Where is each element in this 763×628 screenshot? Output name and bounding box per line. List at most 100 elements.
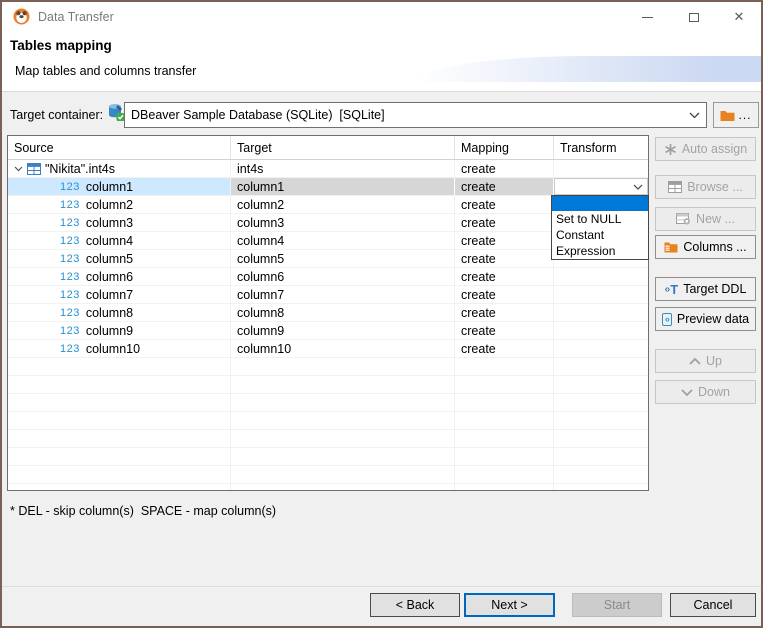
source-column-cell[interactable]: 123 column5 [8, 250, 231, 267]
up-button[interactable]: Up [655, 349, 756, 373]
column-header-source[interactable]: Source [8, 136, 231, 159]
empty-cell [231, 484, 455, 490]
empty-cell [8, 430, 231, 447]
back-button[interactable]: < Back [370, 593, 460, 617]
mapping-cell[interactable]: create [455, 268, 554, 285]
table-row-tree[interactable]: "Nikita".int4s int4s create [8, 160, 648, 178]
down-button[interactable]: Down [655, 380, 756, 404]
table-icon [27, 162, 41, 175]
transform-cell[interactable] [554, 268, 648, 285]
empty-row [8, 484, 648, 490]
source-column-cell[interactable]: 123 column2 [8, 196, 231, 213]
dropdown-option-blank[interactable] [552, 196, 648, 211]
target-container-combo[interactable]: DBeaver Sample Database (SQLite) [SQLite… [124, 102, 707, 128]
numeric-type-icon: 123 [60, 216, 80, 229]
source-column-label: column9 [85, 323, 134, 338]
transform-cell[interactable] [554, 178, 648, 195]
source-column-cell[interactable]: 123 column6 [8, 268, 231, 285]
empty-cell [231, 412, 455, 429]
table-row-column1[interactable]: 123 column1 column1 create [8, 178, 648, 196]
auto-assign-button[interactable]: Auto assign [655, 137, 756, 161]
browse-button[interactable]: Browse ... [655, 175, 756, 199]
source-column-cell[interactable]: 123 column8 [8, 304, 231, 321]
target-container-label: Target container: [10, 108, 104, 122]
source-column-cell[interactable]: 123 column4 [8, 232, 231, 249]
maximize-button[interactable] [676, 2, 712, 32]
column-header-target[interactable]: Target [231, 136, 455, 159]
table-row-column6[interactable]: 123 column6 column6 create [8, 268, 648, 286]
numeric-type-icon: 123 [60, 270, 80, 283]
transform-cell[interactable] [554, 340, 648, 357]
transform-cell[interactable] [554, 304, 648, 321]
source-column-cell[interactable]: 123 column3 [8, 214, 231, 231]
transform-cell[interactable] [554, 160, 648, 177]
empty-cell [231, 376, 455, 393]
minimize-button[interactable] [629, 2, 665, 32]
mapping-cell[interactable]: create [455, 340, 554, 357]
empty-cell [231, 394, 455, 411]
mapping-cell[interactable]: create [455, 304, 554, 321]
dropdown-option-constant[interactable]: Constant [552, 227, 648, 243]
source-column-cell[interactable]: 123 column7 [8, 286, 231, 303]
target-column-cell[interactable]: column7 [231, 286, 455, 303]
target-column-cell[interactable]: column10 [231, 340, 455, 357]
mapping-cell[interactable]: create [455, 196, 554, 213]
empty-cell [455, 430, 554, 447]
source-column-cell[interactable]: 123 column1 [8, 178, 231, 195]
table-row-column7[interactable]: 123 column7 column7 create [8, 286, 648, 304]
tree-expander-icon[interactable] [14, 166, 23, 172]
target-column-cell[interactable]: column4 [231, 232, 455, 249]
mapping-cell[interactable]: create [455, 214, 554, 231]
target-container-browse-button[interactable]: ... [713, 102, 759, 128]
browse-dots-label: ... [738, 108, 752, 122]
transform-combo[interactable] [554, 178, 648, 195]
target-column-cell[interactable]: column9 [231, 322, 455, 339]
new-button[interactable]: New ... [655, 207, 756, 231]
mapping-cell[interactable]: create [455, 250, 554, 267]
empty-cell [554, 394, 648, 411]
target-column-cell[interactable]: column6 [231, 268, 455, 285]
numeric-type-icon: 123 [60, 342, 80, 355]
preview-data-button[interactable]: ‹› Preview data [655, 307, 756, 331]
start-button[interactable]: Start [572, 593, 662, 617]
side-button-label: Browse ... [687, 180, 743, 194]
table-row-column10[interactable]: 123 column10 column10 create [8, 340, 648, 358]
empty-cell [455, 358, 554, 375]
table-row-column9[interactable]: 123 column9 column9 create [8, 322, 648, 340]
target-column-cell[interactable]: column1 [231, 178, 455, 195]
empty-row [8, 430, 648, 448]
column-header-mapping[interactable]: Mapping [455, 136, 554, 159]
source-column-label: column4 [85, 233, 134, 248]
target-column-cell[interactable]: column2 [231, 196, 455, 213]
dropdown-option-expression[interactable]: Expression [552, 243, 648, 259]
decorative-swoosh [416, 56, 761, 82]
empty-cell [8, 394, 231, 411]
transform-cell[interactable] [554, 322, 648, 339]
source-column-cell[interactable]: 123 column9 [8, 322, 231, 339]
target-column-cell[interactable]: column5 [231, 250, 455, 267]
columns-button[interactable]: Columns ... [655, 235, 756, 259]
mapping-cell[interactable]: create [455, 286, 554, 303]
close-button[interactable]: ✕ [721, 2, 757, 32]
source-column-label: column2 [85, 197, 134, 212]
target-column-cell[interactable]: column8 [231, 304, 455, 321]
target-table-cell[interactable]: int4s [231, 160, 455, 177]
column-header-transform[interactable]: Transform [554, 136, 648, 159]
next-button[interactable]: Next > [464, 593, 555, 617]
source-column-label: column7 [85, 287, 134, 302]
source-column-cell[interactable]: 123 column10 [8, 340, 231, 357]
cancel-button[interactable]: Cancel [670, 593, 756, 617]
table-row-column8[interactable]: 123 column8 column8 create [8, 304, 648, 322]
transform-cell[interactable] [554, 286, 648, 303]
target-column-cell[interactable]: column3 [231, 214, 455, 231]
mapping-cell[interactable]: create [455, 178, 554, 195]
target-ddl-button[interactable]: ‹› T Target DDL [655, 277, 756, 301]
mapping-cell[interactable]: create [455, 232, 554, 249]
mapping-cell[interactable]: create [455, 322, 554, 339]
dropdown-option-set-to-null[interactable]: Set to NULL [552, 211, 648, 227]
empty-cell [231, 358, 455, 375]
empty-row [8, 376, 648, 394]
target-ddl-icon: ‹› T [664, 281, 679, 297]
source-table-cell[interactable]: "Nikita".int4s [8, 160, 231, 177]
mapping-cell[interactable]: create [455, 160, 554, 177]
